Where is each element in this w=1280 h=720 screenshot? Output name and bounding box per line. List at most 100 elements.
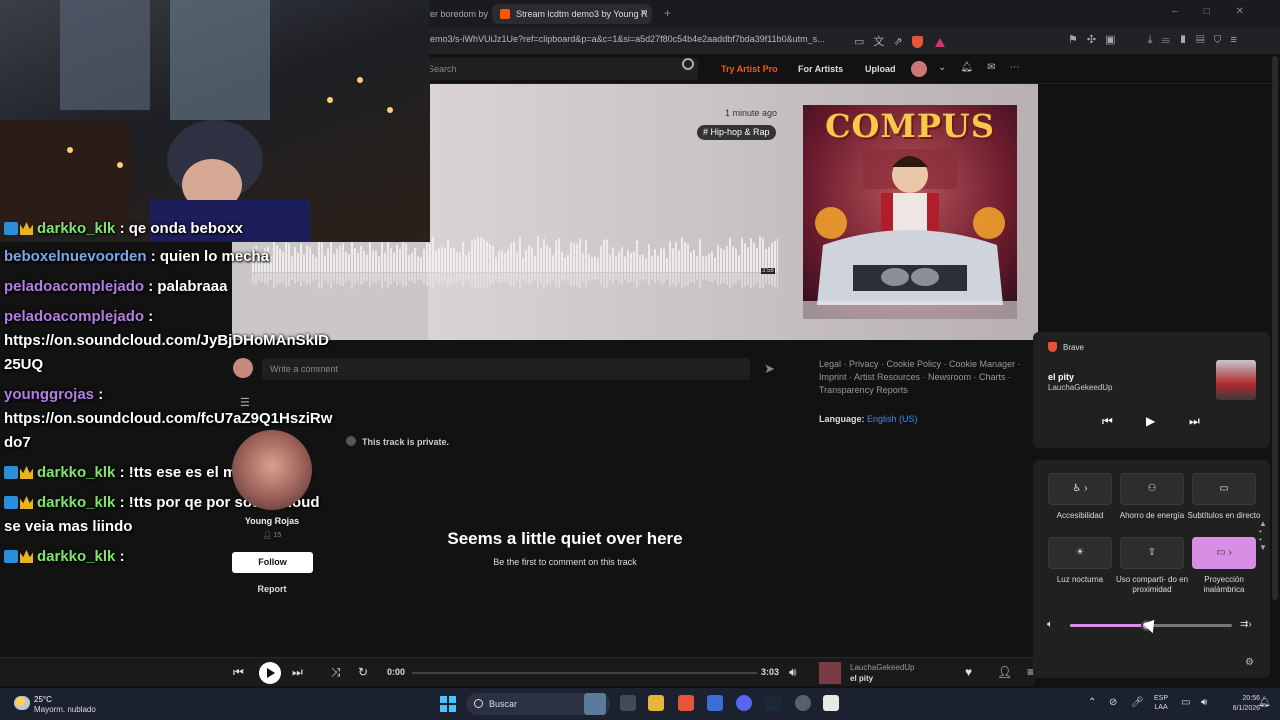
media-next-icon[interactable]: ⏭ xyxy=(1189,414,1200,429)
weather-condition[interactable]: Mayorm. nublado xyxy=(34,705,96,714)
waveform-reflection xyxy=(480,273,482,289)
vpn-icon[interactable]: ⛉ xyxy=(1213,34,1230,46)
repeat-icon[interactable]: ↻ xyxy=(358,665,368,679)
footer-links[interactable]: Legal · Privacy · Cookie Policy · Cookie… xyxy=(819,358,1029,397)
search-icon[interactable] xyxy=(682,58,694,70)
shuffle-icon[interactable]: ⤨ xyxy=(331,665,341,680)
network-off-icon[interactable]: ⊘ xyxy=(1109,697,1117,708)
taskbar: 25°C Mayorm. nublado Buscar ⌃ ⊘ 🎤︎ ESP LA… xyxy=(0,688,1280,720)
microphone-icon[interactable]: 🎤︎ xyxy=(1131,697,1144,708)
task-view-icon[interactable] xyxy=(620,695,636,711)
more-icon[interactable]: ⋯ xyxy=(1009,62,1033,73)
progress-bar[interactable] xyxy=(412,672,757,674)
page-scrollbar[interactable] xyxy=(1272,56,1278,600)
history-icon[interactable]: ☰ xyxy=(1161,34,1178,46)
night-light-tile[interactable]: ☀ xyxy=(1048,537,1112,569)
next-icon[interactable]: ⏭ xyxy=(292,665,303,680)
windows-start-icon[interactable] xyxy=(440,696,456,712)
report-link[interactable]: Report xyxy=(232,584,312,594)
follow-user-icon[interactable]: 👤︎ xyxy=(997,665,1012,679)
settings-gear-icon[interactable]: ⚙ xyxy=(1245,657,1254,668)
artist-name[interactable]: Young Rojas xyxy=(232,516,312,526)
chrome-app-icon[interactable] xyxy=(795,695,811,711)
for-artists-link[interactable]: For Artists xyxy=(798,64,843,74)
user-avatar[interactable] xyxy=(911,61,927,77)
steam-icon[interactable] xyxy=(765,695,781,711)
file-explorer-icon[interactable] xyxy=(648,695,664,711)
discord-icon[interactable] xyxy=(736,695,752,711)
store-app-icon[interactable] xyxy=(707,695,723,711)
sub-badge-icon xyxy=(4,222,18,235)
crown-badge-icon xyxy=(20,222,33,235)
comment-input[interactable]: Write a comment xyxy=(262,358,750,380)
browser-tab-inactive[interactable]: er boredom by xyxy=(428,5,488,23)
window-controls[interactable]: –□✕ xyxy=(1172,6,1270,17)
waveform-bar xyxy=(657,255,659,272)
nearby-share-tile[interactable]: ⇪ xyxy=(1120,537,1184,569)
language-value[interactable]: English (US) xyxy=(867,414,918,424)
waveform-bar xyxy=(531,248,533,272)
share-icon[interactable]: ⇗ xyxy=(893,36,911,48)
waveform-reflection xyxy=(312,273,314,282)
brave-app-icon[interactable] xyxy=(678,695,694,711)
upload-link[interactable]: Upload xyxy=(865,64,896,74)
puzzle-icon[interactable]: ✣ xyxy=(1087,34,1105,46)
input-language[interactable]: ESP LAA xyxy=(1154,694,1168,712)
sidebar-icon[interactable]: ▮ xyxy=(1179,34,1196,46)
notepad-icon[interactable] xyxy=(823,695,839,711)
tabs-icon[interactable]: ▣ xyxy=(1105,34,1124,46)
soundcloud-favicon-icon xyxy=(500,9,510,19)
brave-shield-icon[interactable] xyxy=(911,36,923,49)
send-icon[interactable]: ➤ xyxy=(764,361,775,377)
extension-icon[interactable]: ⚑ xyxy=(1068,34,1087,46)
brave-rewards-icon[interactable] xyxy=(934,37,945,47)
download-icon[interactable]: ⤓ xyxy=(1148,34,1162,46)
language-selector[interactable]: Language: English (US) xyxy=(819,414,918,424)
quick-settings-pager[interactable]: ▲ • • ▼ xyxy=(1259,520,1267,552)
display-icon[interactable]: ▭ xyxy=(1181,697,1190,708)
temperature[interactable]: 25°C xyxy=(34,695,52,704)
chevron-down-icon[interactable]: ⌄ xyxy=(938,62,960,73)
widgets-app-icon[interactable] xyxy=(584,693,606,715)
volume-icon[interactable]: 🔊︎ xyxy=(789,665,797,680)
try-artist-pro-link[interactable]: Try Artist Pro xyxy=(721,64,778,74)
like-icon[interactable]: ♥ xyxy=(965,665,972,679)
browser-tab-active[interactable]: Stream lcdtm demo3 by Young R ✕ xyxy=(492,4,652,24)
media-previous-icon[interactable]: ⏮ xyxy=(1102,414,1113,429)
wireless-projection-tile[interactable]: ▭ › xyxy=(1192,537,1256,569)
genre-tag[interactable]: # Hip-hop & Rap xyxy=(697,125,776,140)
menu-icon[interactable]: ≡ xyxy=(1230,34,1245,46)
play-button[interactable] xyxy=(259,662,281,684)
energy-saver-tile[interactable]: ⚇ xyxy=(1120,473,1184,505)
address-bar: emo3/s-iWhVUiJz1Ue?ref=clipboard&p=a&c=1… xyxy=(428,28,1280,54)
repost-icon[interactable]: ☰ xyxy=(240,396,250,409)
waveform-bar xyxy=(510,242,512,272)
follow-button[interactable]: Follow xyxy=(232,552,313,573)
waveform-reflection xyxy=(414,273,416,284)
media-play-icon[interactable]: ▶ xyxy=(1146,414,1155,428)
url-field[interactable]: emo3/s-iWhVUiJz1Ue?ref=clipboard&p=a&c=1… xyxy=(430,34,850,44)
audio-output-icon[interactable]: ⇉› xyxy=(1240,619,1252,630)
notifications-icon[interactable]: 🔔︎ xyxy=(1258,697,1271,708)
new-tab-icon[interactable]: + xyxy=(664,6,671,20)
wallet-icon[interactable]: ▤ xyxy=(1196,34,1213,46)
chat-username: darkko_klk xyxy=(37,220,116,237)
tray-chevron-icon[interactable]: ⌃ xyxy=(1088,697,1096,708)
translate-icon[interactable]: 文 xyxy=(873,36,893,48)
previous-icon[interactable]: ⏮ xyxy=(233,665,244,680)
weather-icon[interactable] xyxy=(14,696,30,710)
close-tab-icon[interactable]: ✕ xyxy=(640,4,648,24)
bell-icon[interactable]: 🔔︎ xyxy=(960,62,987,73)
speaker-tray-icon[interactable]: 🔊︎ xyxy=(1201,697,1207,708)
live-captions-tile[interactable]: ▭ xyxy=(1192,473,1256,505)
search-input[interactable]: Search xyxy=(428,58,698,80)
player-title[interactable]: el pity xyxy=(850,674,873,683)
artist-avatar[interactable] xyxy=(232,430,312,510)
cast-icon[interactable]: ▭ xyxy=(854,36,873,48)
clock[interactable]: 20:56 6/1/2026 xyxy=(1224,694,1260,714)
player-artist[interactable]: LauchaGekeedUp xyxy=(850,663,915,672)
mail-icon[interactable]: ✉ xyxy=(987,62,1009,73)
speaker-icon[interactable]: 🔈︎ xyxy=(1047,619,1053,630)
accessibility-tile[interactable]: ♿︎ › xyxy=(1048,473,1112,505)
player-thumbnail[interactable] xyxy=(819,662,841,684)
